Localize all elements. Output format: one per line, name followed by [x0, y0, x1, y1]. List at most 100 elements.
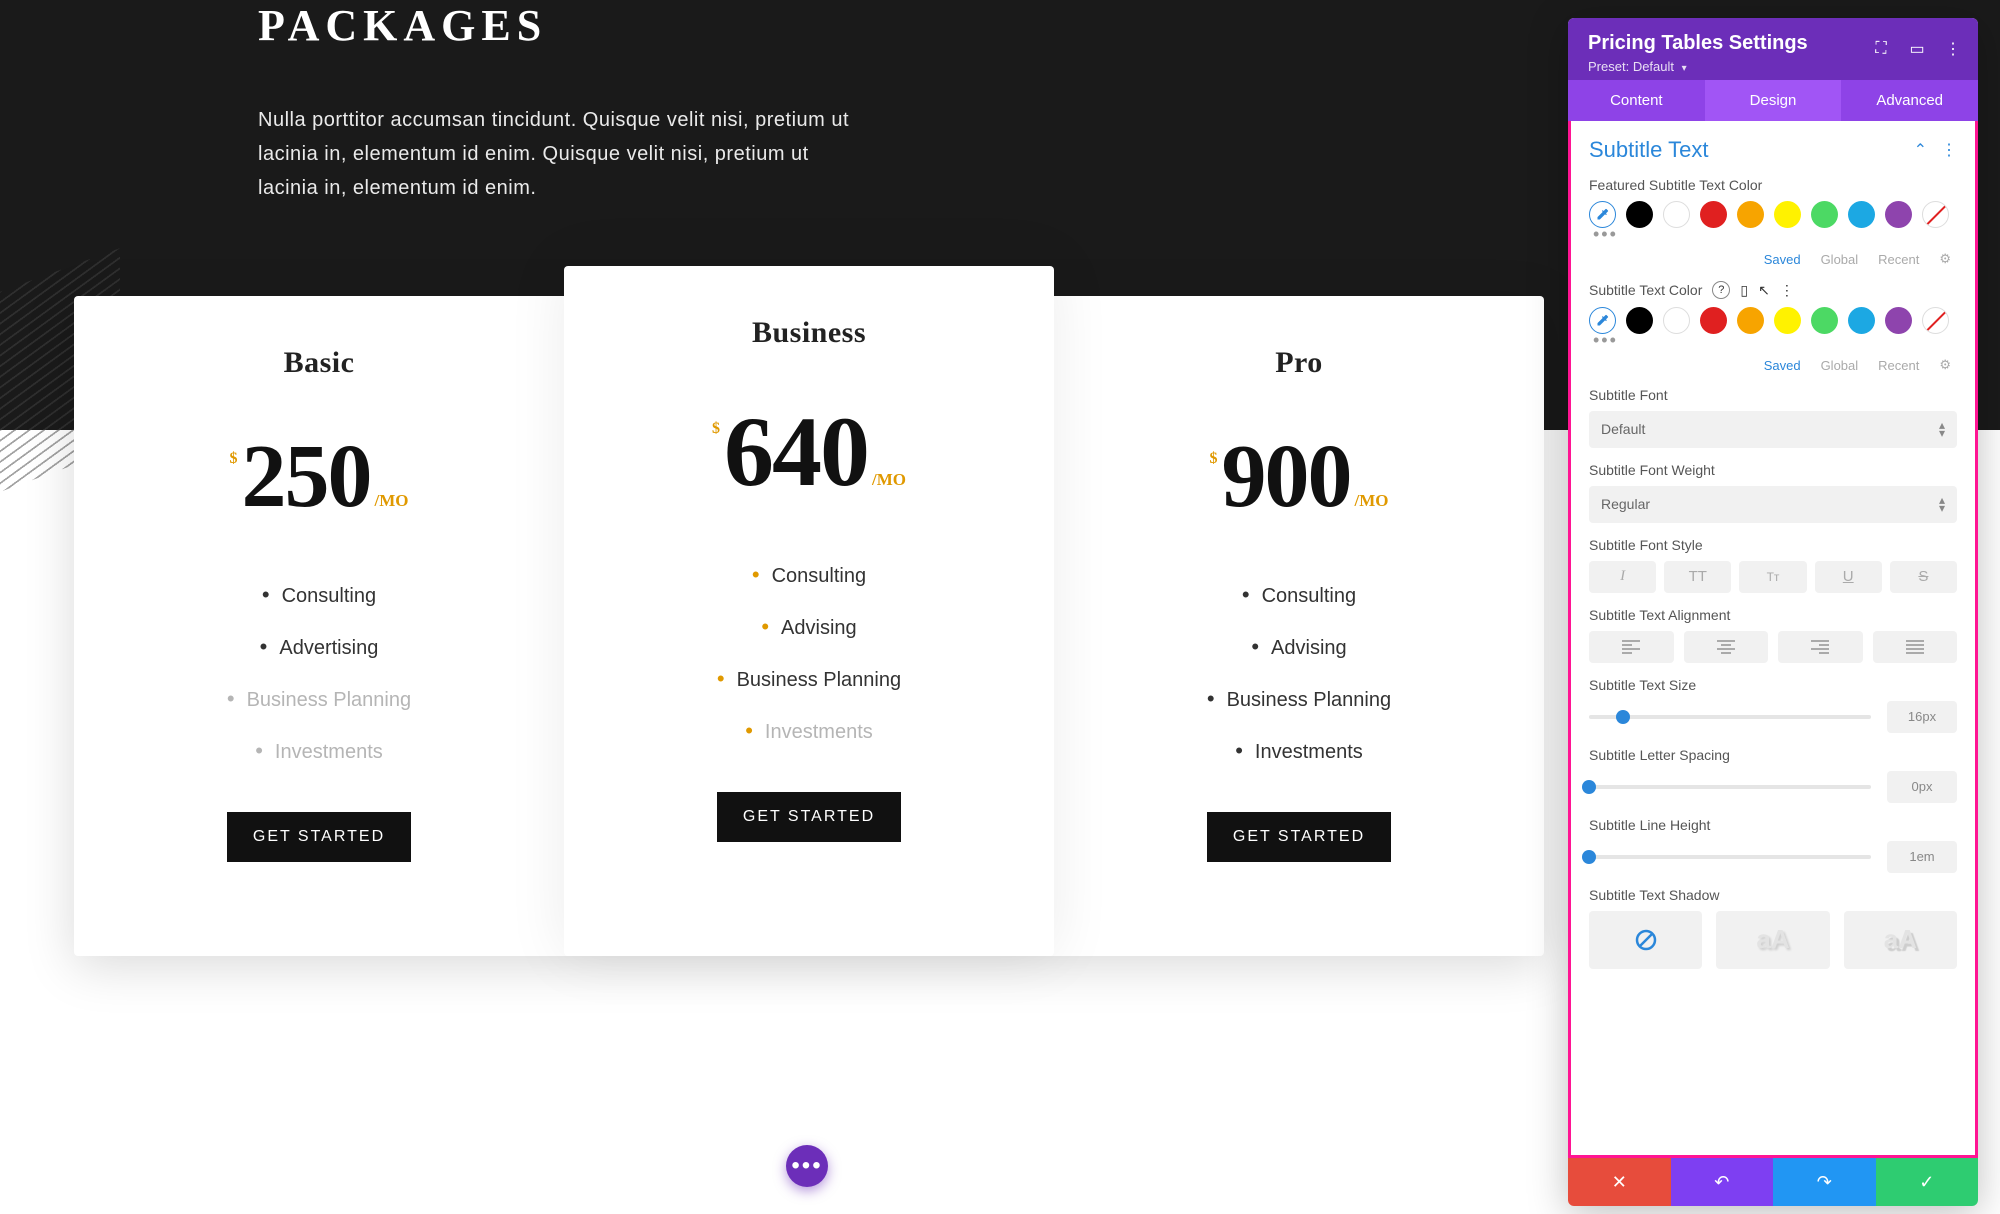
options-menu-icon[interactable]: ⋮ [1780, 282, 1794, 299]
color-swatch[interactable] [1737, 307, 1764, 334]
panel-tabs: ContentDesignAdvanced [1568, 80, 1978, 121]
section-menu-icon[interactable]: ⋮ [1941, 140, 1957, 160]
tablet-icon[interactable]: ▯ [1740, 282, 1748, 299]
color-tab-global[interactable]: Global [1821, 252, 1859, 267]
subtitle-weight-select[interactable]: Regular ▴▾ [1589, 486, 1957, 523]
price-period: /MO [375, 491, 409, 511]
preset-label: Preset: [1588, 59, 1629, 74]
price: $640/MO [712, 402, 906, 502]
feature-item: Investments [255, 738, 383, 764]
subtitle-size-label: Subtitle Text Size [1589, 677, 1957, 693]
currency-symbol: $ [230, 450, 238, 468]
cancel-button[interactable]: ✕ [1568, 1158, 1671, 1206]
feature-list: ConsultingAdvisingBusiness PlanningInves… [717, 562, 901, 744]
price: $900/MO [1210, 432, 1389, 522]
color-swatch[interactable] [1774, 307, 1801, 334]
align-left-button[interactable] [1589, 631, 1674, 663]
text-shadow-preset-1[interactable]: aA [1716, 911, 1829, 969]
text-shadow-none[interactable] [1589, 911, 1702, 969]
color-swatch[interactable] [1885, 307, 1912, 334]
text-shadow-preset-2[interactable]: aA [1844, 911, 1957, 969]
text-size-slider[interactable] [1589, 715, 1871, 719]
page-title: PACKAGES [258, 0, 858, 51]
color-swatch[interactable] [1626, 201, 1653, 228]
color-tab-saved[interactable]: Saved [1764, 252, 1801, 267]
hero-description: Nulla porttitor accumsan tincidunt. Quis… [258, 103, 858, 205]
color-swatch[interactable] [1663, 201, 1690, 228]
subtitle-align-label: Subtitle Text Alignment [1589, 607, 1957, 623]
hover-icon[interactable]: ↖ [1758, 282, 1770, 299]
fab-menu-button[interactable]: ••• [786, 1145, 828, 1187]
color-tab-recent[interactable]: Recent [1878, 358, 1919, 373]
line-height-value[interactable]: 1em [1887, 841, 1957, 873]
italic-button[interactable]: I [1589, 561, 1656, 593]
color-swatch[interactable] [1811, 307, 1838, 334]
pricing-tables: Basic$250/MOConsultingAdvertisingBusines… [74, 296, 1544, 956]
subtitle-font-label: Subtitle Font [1589, 387, 1957, 403]
more-icon[interactable]: ⋮ [1944, 40, 1962, 58]
align-center-button[interactable] [1684, 631, 1769, 663]
color-swatch[interactable] [1626, 307, 1653, 334]
align-justify-button[interactable] [1873, 631, 1958, 663]
subtitle-weight-label: Subtitle Font Weight [1589, 462, 1957, 478]
tab-advanced[interactable]: Advanced [1841, 80, 1978, 121]
gear-icon[interactable]: ⚙ [1939, 357, 1951, 373]
preset-value[interactable]: Default [1633, 59, 1674, 74]
letter-spacing-slider[interactable] [1589, 785, 1871, 789]
save-button[interactable]: ✓ [1876, 1158, 1979, 1206]
tab-design[interactable]: Design [1705, 80, 1842, 121]
color-swatch[interactable] [1700, 307, 1727, 334]
feature-item: Consulting [1242, 582, 1356, 608]
feature-item: Consulting [752, 562, 866, 588]
color-swatch[interactable] [1737, 201, 1764, 228]
undo-button[interactable]: ↶ [1671, 1158, 1774, 1206]
color-swatch[interactable] [1700, 201, 1727, 228]
color-swatch[interactable] [1663, 307, 1690, 334]
text-size-value[interactable]: 16px [1887, 701, 1957, 733]
line-height-slider[interactable] [1589, 855, 1871, 859]
align-right-button[interactable] [1778, 631, 1863, 663]
color-swatch[interactable] [1885, 201, 1912, 228]
responsive-icon[interactable]: ▭ [1908, 40, 1926, 58]
color-swatch[interactable] [1774, 201, 1801, 228]
pricing-card-pro: Pro$900/MOConsultingAdvisingBusiness Pla… [1054, 296, 1544, 956]
feature-item: Business Planning [227, 686, 411, 712]
subtitle-font-select[interactable]: Default ▴▾ [1589, 411, 1957, 448]
price-amount: 900 [1222, 432, 1351, 522]
transparent-swatch[interactable] [1922, 201, 1949, 228]
redo-button[interactable]: ↷ [1773, 1158, 1876, 1206]
feature-list: ConsultingAdvisingBusiness PlanningInves… [1207, 582, 1391, 764]
get-started-button[interactable]: GET STARTED [717, 792, 901, 842]
letter-spacing-label: Subtitle Letter Spacing [1589, 747, 1957, 763]
price-period: /MO [1355, 491, 1389, 511]
color-tab-global[interactable]: Global [1821, 358, 1859, 373]
help-icon[interactable]: ? [1712, 281, 1730, 299]
color-swatch[interactable] [1848, 307, 1875, 334]
color-tab-recent[interactable]: Recent [1878, 252, 1919, 267]
underline-button[interactable]: U [1815, 561, 1882, 593]
uppercase-button[interactable]: TT [1664, 561, 1731, 593]
letter-spacing-value[interactable]: 0px [1887, 771, 1957, 803]
section-title[interactable]: Subtitle Text [1589, 137, 1708, 163]
smallcaps-button[interactable]: Tᴛ [1739, 561, 1806, 593]
chevron-down-icon: ▾ [1682, 63, 1687, 74]
weight-value: Regular [1601, 496, 1650, 512]
panel-footer: ✕ ↶ ↷ ✓ [1568, 1158, 1978, 1206]
color-swatch[interactable] [1848, 201, 1875, 228]
expand-icon[interactable]: ⛶ [1872, 40, 1890, 58]
tab-content[interactable]: Content [1568, 80, 1705, 121]
strikethrough-button[interactable]: S [1890, 561, 1957, 593]
gear-icon[interactable]: ⚙ [1939, 251, 1951, 267]
price-period: /MO [872, 470, 906, 490]
price: $250/MO [230, 432, 409, 522]
color-tab-saved[interactable]: Saved [1764, 358, 1801, 373]
get-started-button[interactable]: GET STARTED [1207, 812, 1391, 862]
get-started-button[interactable]: GET STARTED [227, 812, 411, 862]
feature-item: Business Planning [1207, 686, 1391, 712]
feature-item: Advising [761, 614, 856, 640]
chevron-up-icon[interactable]: ⌃ [1914, 140, 1927, 160]
panel-header[interactable]: Pricing Tables Settings Preset: Default … [1568, 18, 1978, 80]
price-amount: 640 [724, 402, 868, 502]
color-swatch[interactable] [1811, 201, 1838, 228]
transparent-swatch[interactable] [1922, 307, 1949, 334]
